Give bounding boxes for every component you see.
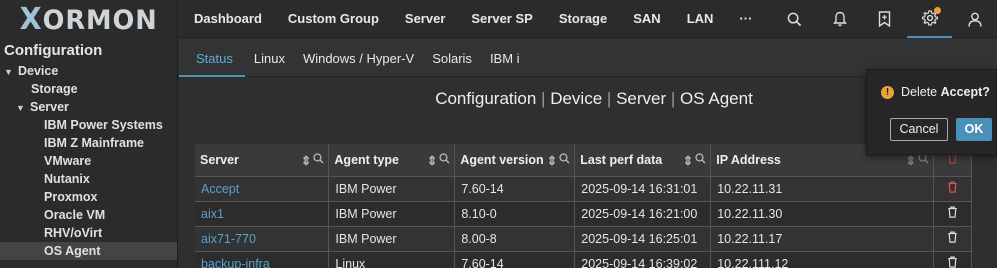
sort-icon[interactable]: ⇕ [301,153,311,168]
sidebar-item-proxmox[interactable]: Proxmox [0,188,177,206]
app-root: XORMON Configuration ▼ Device Storage ▼ Se… [0,0,997,268]
sidebar-item-vmware[interactable]: VMware [0,152,177,170]
filter-search-icon[interactable] [918,153,929,168]
delete-confirm-popover: ! Delete Accept? Cancel OK [866,69,997,155]
cell-delete [933,225,972,251]
nav-custom-group[interactable]: Custom Group [275,0,392,38]
cell-server-link[interactable]: aix1 [195,200,330,226]
sidebar-item-server[interactable]: ▼ Server [0,98,177,116]
cell-ip-address: 10.22.11.30 [710,200,934,226]
nav-san[interactable]: SAN [620,0,673,38]
cell-last-perf-data: 2025-09-14 16:31:01 [574,175,712,201]
cell-agent-version: 7.60-14 [454,250,576,268]
top-navbar: Dashboard Custom Group Server Server SP … [179,0,997,38]
column-header-agent-version[interactable]: Agent version ⇕ [454,144,576,176]
caret-down-icon[interactable]: ▼ [4,63,18,81]
sidebar: XORMON Configuration ▼ Device Storage ▼ Se… [0,0,178,268]
sort-icon[interactable]: ⇕ [906,153,916,168]
cell-server-link[interactable]: aix71-770 [195,225,330,251]
column-header-last-perf-data[interactable]: Last perf data ⇕ [574,144,712,176]
tab-linux[interactable]: Linux [245,39,294,77]
trash-icon[interactable] [947,181,958,196]
tab-solaris[interactable]: Solaris [423,39,481,77]
nav-dashboard[interactable]: Dashboard [179,0,275,38]
table-row[interactable]: aix71-770 IBM Power 8.00-8 2025-09-14 16… [195,225,972,251]
cancel-button[interactable]: Cancel [890,118,948,141]
table-header-row: Server ⇕ Agent type ⇕ Agent version ⇕ La… [195,144,972,176]
cell-delete [933,175,972,201]
cell-last-perf-data: 2025-09-14 16:25:01 [574,225,712,251]
table-row[interactable]: aix1 IBM Power 8.10-0 2025-09-14 16:21:0… [195,200,972,226]
nav-more[interactable]: ··· [726,0,765,38]
sidebar-item-rhv-ovirt[interactable]: RHV/oVirt [0,224,177,242]
cell-delete [933,250,972,268]
ok-button[interactable]: OK [956,118,992,141]
gear-icon[interactable] [907,0,952,38]
notification-dot [934,7,941,14]
tab-status[interactable]: Status [179,39,245,77]
sort-icon[interactable]: ⇕ [547,153,557,168]
delete-all-icon[interactable] [947,152,958,167]
trash-icon[interactable] [947,206,958,221]
cell-agent-type: Linux [328,250,456,268]
cell-server-link[interactable]: backup-infra [195,250,330,268]
cell-ip-address: 10.22.111.12 [710,250,934,268]
sidebar-item-ibm-power[interactable]: IBM Power Systems [0,116,177,134]
cell-agent-version: 8.10-0 [454,200,576,226]
column-header-agent-type[interactable]: Agent type ⇕ [328,144,456,176]
trash-icon[interactable] [947,231,958,246]
cell-ip-address: 10.22.11.31 [710,175,934,201]
sidebar-item-ibm-z[interactable]: IBM Z Mainframe [0,134,177,152]
user-icon[interactable] [952,0,997,38]
sort-icon[interactable]: ⇕ [683,153,693,168]
tab-windows-hyperv[interactable]: Windows / Hyper-V [294,39,423,77]
bookmark-icon[interactable] [862,0,907,38]
cell-agent-version: 8.00-8 [454,225,576,251]
sidebar-title: Configuration [4,42,103,59]
filter-search-icon[interactable] [559,153,570,168]
filter-search-icon[interactable] [439,153,450,168]
caret-down-icon[interactable]: ▼ [16,99,30,117]
column-header-server[interactable]: Server ⇕ [195,144,330,176]
nav-storage[interactable]: Storage [546,0,620,38]
cell-last-perf-data: 2025-09-14 16:21:00 [574,200,712,226]
filter-search-icon[interactable] [695,153,706,168]
sidebar-item-device[interactable]: ▼ Device [0,62,177,80]
table-row[interactable]: Accept IBM Power 7.60-14 2025-09-14 16:3… [195,175,972,201]
popover-message: ! Delete Accept? [881,85,990,99]
cell-agent-type: IBM Power [328,225,456,251]
sidebar-item-nutanix[interactable]: Nutanix [0,170,177,188]
logo[interactable]: XORMON [0,0,177,38]
cell-ip-address: 10.22.11.17 [710,225,934,251]
search-icon[interactable] [772,0,817,38]
trash-icon[interactable] [947,256,958,268]
cell-server-link[interactable]: Accept [195,175,330,201]
sidebar-item-os-agent[interactable]: OS Agent [0,242,177,260]
filter-search-icon[interactable] [313,153,324,168]
cell-last-perf-data: 2025-09-14 16:39:02 [574,250,712,268]
agents-table: Server ⇕ Agent type ⇕ Agent version ⇕ La… [195,144,972,268]
warning-icon: ! [881,85,894,99]
bell-icon[interactable] [817,0,862,38]
table-row[interactable]: backup-infra Linux 7.60-14 2025-09-14 16… [195,250,972,268]
sidebar-tree: ▼ Device Storage ▼ Server IBM Power System… [0,62,177,260]
sort-icon[interactable]: ⇕ [427,153,437,168]
sidebar-item-storage[interactable]: Storage [0,80,177,98]
nav-icons [772,0,997,38]
nav-server[interactable]: Server [392,0,458,38]
logo-text: XORMON [19,1,158,37]
cell-agent-type: IBM Power [328,200,456,226]
cell-agent-type: IBM Power [328,175,456,201]
nav-server-sp[interactable]: Server SP [458,0,545,38]
cell-agent-version: 7.60-14 [454,175,576,201]
cell-delete [933,200,972,226]
sidebar-item-oracle-vm[interactable]: Oracle VM [0,206,177,224]
nav-lan[interactable]: LAN [674,0,727,38]
tab-ibm-i[interactable]: IBM i [481,39,529,77]
